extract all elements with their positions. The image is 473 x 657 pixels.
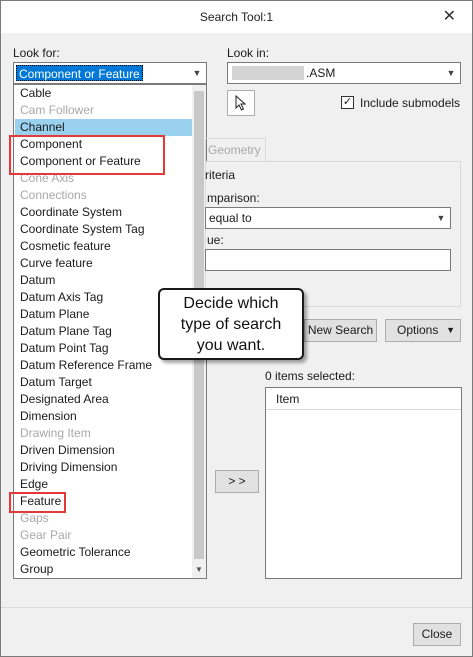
list-item: Gear Pair bbox=[20, 528, 72, 542]
list-item[interactable]: Cosmetic feature bbox=[15, 238, 193, 255]
list-item[interactable]: Curve feature bbox=[15, 255, 193, 272]
options-button[interactable]: Options ▼ bbox=[385, 319, 461, 342]
list-item[interactable]: Group bbox=[15, 561, 193, 578]
list-item[interactable]: Datum Target bbox=[15, 374, 193, 391]
list-item: Connections bbox=[20, 188, 87, 202]
list-item[interactable]: Edge bbox=[15, 476, 193, 493]
list-item: Drawing Item bbox=[20, 426, 91, 440]
annotation-box-component bbox=[9, 135, 165, 175]
list-item[interactable]: Datum bbox=[15, 272, 193, 289]
title-bar: Search Tool:1 ✕ bbox=[1, 1, 472, 33]
items-selected-count: 0 items selected: bbox=[265, 369, 356, 383]
column-header-item[interactable]: Item bbox=[266, 388, 461, 410]
list-item[interactable]: Dimension bbox=[15, 408, 193, 425]
cursor-arrow-icon bbox=[235, 94, 247, 111]
list-item[interactable]: Driving Dimension bbox=[15, 459, 193, 476]
criteria-title: riteria bbox=[205, 168, 236, 182]
look-in-value: .ASM bbox=[306, 66, 336, 80]
chevron-down-icon[interactable]: ▼ bbox=[432, 208, 450, 228]
callout-line-3: you want. bbox=[196, 337, 266, 354]
new-search-button[interactable]: New Search bbox=[304, 319, 377, 342]
options-button-label: Options bbox=[397, 323, 439, 337]
comparison-value: equal to bbox=[209, 211, 252, 225]
selected-items-table[interactable]: Item bbox=[265, 387, 462, 579]
look-for-selected: Component or Feature bbox=[16, 65, 143, 81]
include-submodels-label: Include submodels bbox=[360, 96, 461, 110]
window-title: Search Tool:1 bbox=[199, 10, 274, 24]
look-for-dropdown[interactable]: Component or Feature ▼ bbox=[13, 62, 207, 84]
list-item: Cam Follower bbox=[20, 103, 95, 117]
chevron-down-icon[interactable]: ▼ bbox=[442, 63, 460, 83]
criteria-panel bbox=[205, 161, 461, 307]
move-to-selected-button[interactable]: > > bbox=[215, 470, 259, 493]
select-model-button[interactable] bbox=[227, 90, 255, 116]
chevron-down-icon: ▼ bbox=[446, 325, 455, 335]
list-item[interactable]: Driven Dimension bbox=[15, 442, 193, 459]
tab-geometry[interactable]: Geometry bbox=[205, 138, 266, 162]
scroll-down-icon[interactable]: ▼ bbox=[192, 564, 206, 576]
look-in-dropdown[interactable]: .ASM ▼ bbox=[227, 62, 461, 84]
list-item[interactable]: Coordinate System bbox=[15, 204, 193, 221]
list-item[interactable]: Channel bbox=[15, 119, 193, 136]
blurred-model-name bbox=[232, 66, 304, 80]
comparison-dropdown[interactable]: equal to ▼ bbox=[205, 207, 451, 229]
look-in-label: Look in: bbox=[227, 46, 270, 60]
list-item[interactable]: Cable bbox=[15, 85, 193, 102]
callout-line-1: Decide which bbox=[183, 295, 279, 312]
list-item[interactable]: Geometric Tolerance bbox=[15, 544, 193, 561]
footer-divider bbox=[1, 607, 472, 608]
instruction-callout: Decide which type of search you want. bbox=[158, 288, 304, 360]
list-item[interactable]: Designated Area bbox=[15, 391, 193, 408]
close-button[interactable]: Close bbox=[413, 623, 461, 646]
chevron-down-icon[interactable]: ▼ bbox=[188, 63, 206, 83]
annotation-box-feature bbox=[9, 492, 66, 513]
include-submodels-checkbox[interactable]: ✓ bbox=[341, 96, 354, 109]
comparison-label: mparison: bbox=[207, 191, 260, 205]
list-item[interactable]: Coordinate System Tag bbox=[15, 221, 193, 238]
callout-line-2: type of search bbox=[180, 316, 282, 333]
close-window-icon[interactable]: ✕ bbox=[443, 1, 456, 33]
search-tool-dialog: Search Tool:1 ✕ Look for: Component or F… bbox=[0, 0, 473, 657]
value-label: ue: bbox=[207, 233, 224, 247]
value-input[interactable] bbox=[205, 249, 451, 271]
look-for-label: Look for: bbox=[13, 46, 60, 60]
